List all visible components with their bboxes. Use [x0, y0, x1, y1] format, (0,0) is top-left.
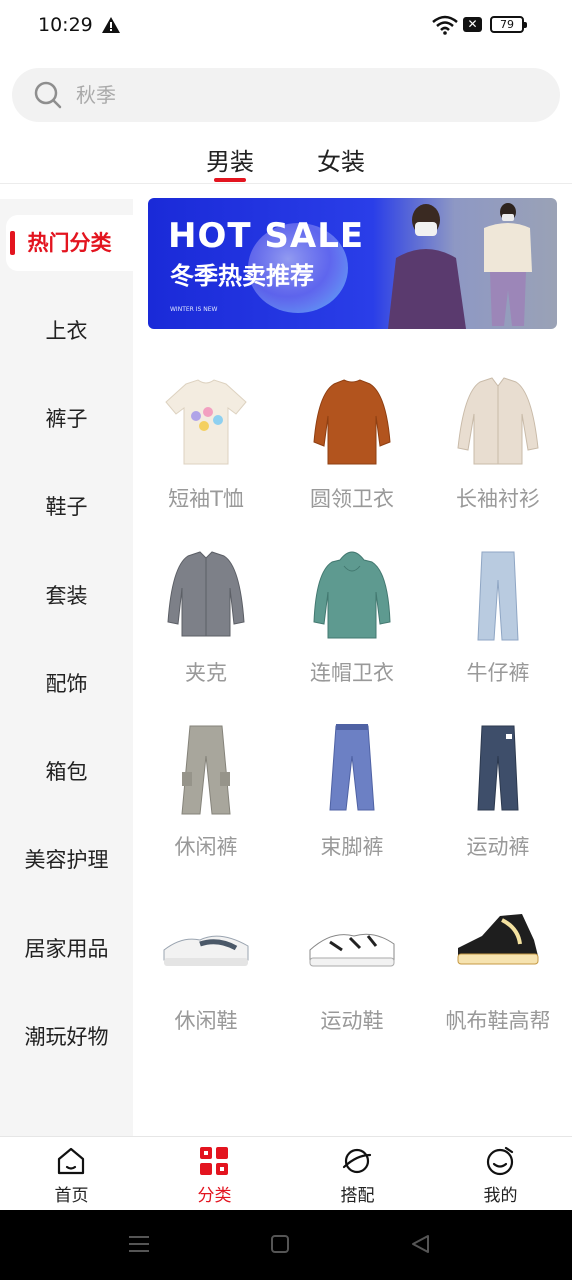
promo-banner[interactable]: HOT SALE 冬季热卖推荐 WINTER IS NEW — [148, 198, 557, 329]
category-label: 休闲裤 — [174, 835, 238, 859]
category-canvas-hightops[interactable]: 帆布鞋高帮 — [425, 894, 571, 1068]
menu-icon[interactable] — [128, 1234, 150, 1254]
active-tab-indicator — [214, 178, 246, 182]
nav-category[interactable]: 分类 — [143, 1137, 286, 1211]
sidebar-item-hot[interactable]: 热门分类 — [6, 215, 133, 271]
home-icon — [57, 1147, 85, 1175]
tab-men[interactable]: 男装 — [206, 142, 254, 177]
sidebar-item-pants[interactable]: 裤子 — [0, 391, 133, 447]
sidebar-item-accessories[interactable]: 配饰 — [0, 656, 133, 712]
category-sneakers[interactable]: 运动鞋 — [279, 894, 425, 1068]
home-square-icon[interactable] — [270, 1234, 290, 1254]
sidebar-item-label: 热门分类 — [27, 231, 112, 255]
sport-pants-image — [477, 725, 519, 811]
category-sidebar: 热门分类 上衣 裤子 鞋子 套装 配饰 箱包 美容护理 居家用品 潮玩好物 — [0, 199, 133, 1136]
canvas-hightop-image — [457, 914, 539, 965]
sidebar-item-tops[interactable]: 上衣 — [0, 303, 133, 359]
category-icon — [200, 1147, 228, 1175]
nav-label: 搭配 — [340, 1186, 375, 1206]
casual-pants-image — [181, 725, 231, 815]
category-tshirt[interactable]: 短袖T恤 — [133, 372, 279, 546]
battery-icon: 79 — [490, 16, 527, 33]
category-jogger-pants[interactable]: 束脚裤 — [279, 720, 425, 894]
sidebar-item-home[interactable]: 居家用品 — [0, 921, 133, 977]
nav-label: 分类 — [197, 1186, 232, 1206]
nav-outfit[interactable]: 搭配 — [286, 1137, 429, 1211]
status-bar: 10:29 ✕ 79 — [0, 0, 572, 52]
sneaker-image — [309, 933, 395, 967]
search-input[interactable] — [76, 80, 516, 110]
category-jacket[interactable]: 夹克 — [133, 546, 279, 720]
profile-face-icon — [486, 1146, 514, 1176]
sidebar-item-sets[interactable]: 套装 — [0, 568, 133, 624]
active-item-marker — [10, 231, 15, 255]
category-label: 牛仔裤 — [466, 661, 530, 685]
nav-profile[interactable]: 我的 — [429, 1137, 572, 1211]
category-label: 夹克 — [185, 661, 227, 685]
wifi-icon — [432, 15, 458, 35]
jeans-image — [477, 551, 519, 641]
category-shirt[interactable]: 长袖衬衫 — [425, 372, 571, 546]
tshirt-image — [165, 379, 247, 465]
tab-women[interactable]: 女装 — [317, 142, 365, 177]
sweatshirt-image — [313, 379, 391, 465]
alert-icon — [102, 17, 120, 33]
banner-tagline: WINTER IS NEW — [170, 306, 218, 313]
nav-label: 首页 — [54, 1186, 89, 1206]
nav-label: 我的 — [483, 1186, 518, 1206]
category-label: 休闲鞋 — [174, 1009, 238, 1033]
category-label: 运动裤 — [466, 835, 530, 859]
gender-tabs: 男装 女装 — [0, 136, 572, 184]
category-jeans[interactable]: 牛仔裤 — [425, 546, 571, 720]
casual-shoe-image — [163, 935, 249, 966]
planet-icon — [342, 1148, 372, 1174]
category-label: 运动鞋 — [320, 1009, 384, 1033]
category-casual-shoes[interactable]: 休闲鞋 — [133, 894, 279, 1068]
banner-subtitle: 冬季热卖推荐 — [170, 262, 314, 290]
shirt-image — [457, 377, 539, 465]
category-label: 短袖T恤 — [168, 487, 244, 511]
bottom-nav: 首页 分类 搭配 我的 — [0, 1136, 572, 1210]
jogger-pants-image — [329, 724, 375, 811]
category-sweatshirt[interactable]: 圆领卫衣 — [279, 372, 425, 546]
no-sim-icon: ✕ — [463, 17, 482, 32]
category-label: 连帽卫衣 — [310, 661, 394, 685]
back-icon[interactable] — [410, 1234, 430, 1254]
category-label: 帆布鞋高帮 — [445, 1009, 551, 1033]
sidebar-item-shoes[interactable]: 鞋子 — [0, 479, 133, 535]
sidebar-item-toys[interactable]: 潮玩好物 — [0, 1009, 133, 1065]
banner-title: HOT SALE — [168, 216, 365, 256]
category-label: 束脚裤 — [320, 835, 384, 859]
search-icon — [34, 81, 62, 109]
category-label: 圆领卫衣 — [310, 487, 394, 511]
category-casual-pants[interactable]: 休闲裤 — [133, 720, 279, 894]
category-hoodie[interactable]: 连帽卫衣 — [279, 546, 425, 720]
hoodie-image — [313, 551, 391, 639]
category-sport-pants[interactable]: 运动裤 — [425, 720, 571, 894]
nav-home[interactable]: 首页 — [0, 1137, 143, 1211]
search-bar[interactable] — [12, 68, 560, 122]
system-nav-bar — [0, 1210, 572, 1280]
sidebar-item-bags[interactable]: 箱包 — [0, 744, 133, 800]
sidebar-item-beauty[interactable]: 美容护理 — [0, 832, 133, 888]
status-time: 10:29 — [38, 14, 93, 36]
category-label: 长袖衬衫 — [456, 487, 540, 511]
jacket-image — [167, 551, 245, 637]
